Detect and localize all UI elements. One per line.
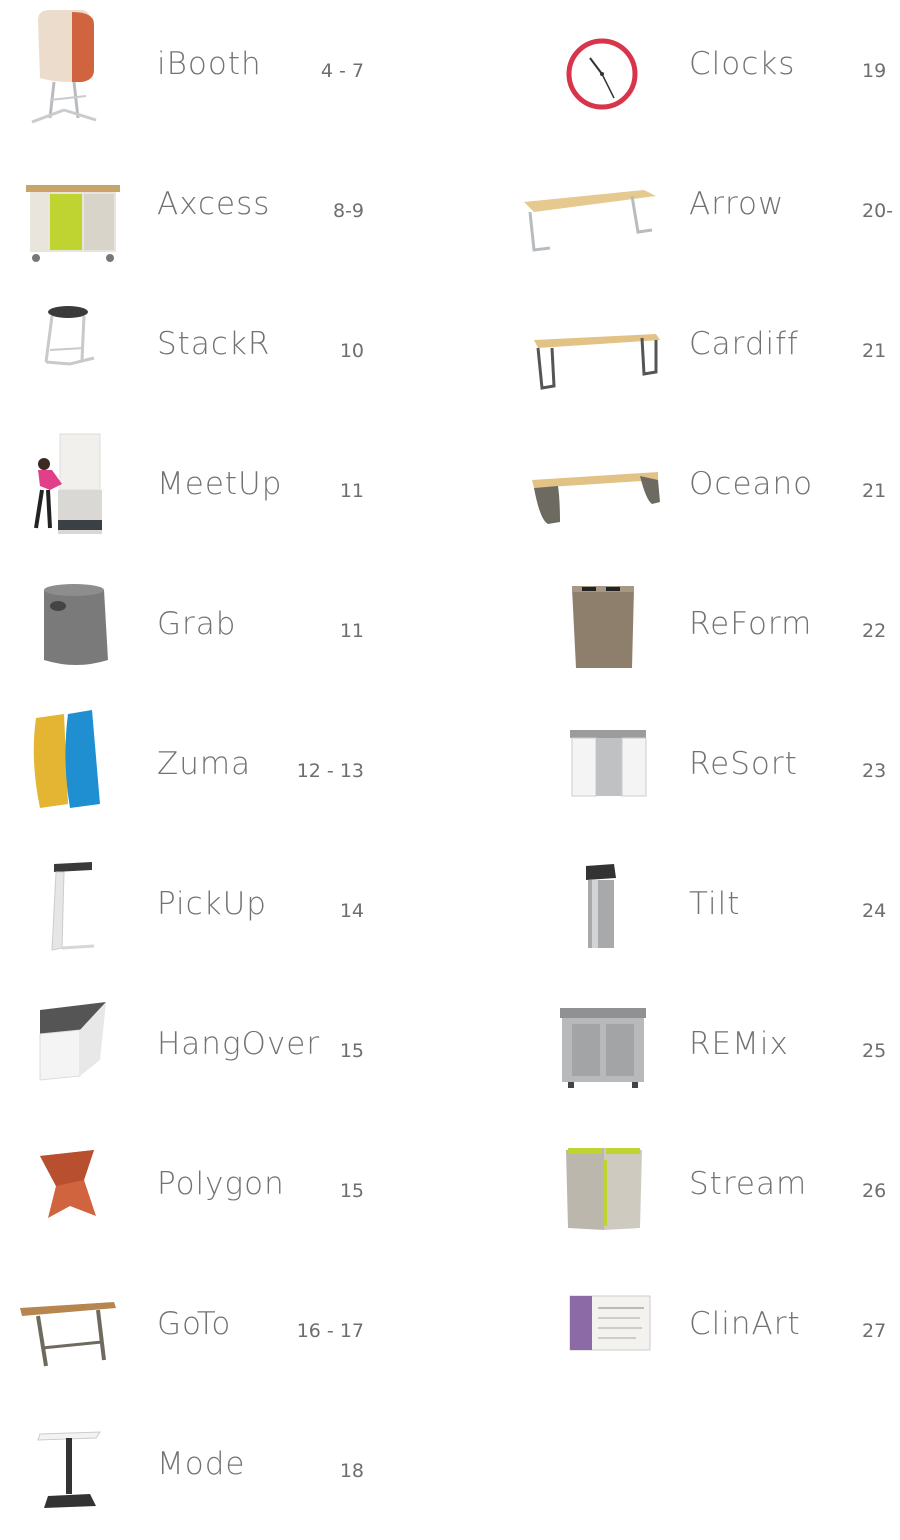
page-range: 26 (862, 1180, 887, 1202)
page-range: 23 (862, 760, 887, 782)
product-name: Mode (157, 1446, 246, 1482)
product-name: Stream (689, 1166, 808, 1202)
tilt-bin-product-icon (520, 840, 670, 980)
product-entry[interactable]: StackR 10 (0, 280, 450, 420)
page-range: 16 - 17 (296, 1320, 364, 1342)
product-entry[interactable]: Zuma 12 - 13 (0, 700, 450, 840)
iBooth-product-icon (10, 0, 130, 140)
product-name: Axcess (157, 186, 271, 222)
page-range: 10 (339, 340, 364, 362)
product-entry[interactable]: Grab 11 (0, 560, 450, 700)
remix-bin-product-icon (520, 980, 670, 1120)
product-entry[interactable]: ReForm 22 (512, 560, 900, 700)
cardiff-bench-product-icon (520, 280, 670, 420)
reform-bin-product-icon (520, 560, 670, 700)
page-range: 15 (339, 1180, 364, 1202)
product-name: PickUp (157, 886, 267, 922)
page-range: 4 - 7 (320, 60, 364, 82)
clinart-panel-product-icon (520, 1260, 670, 1400)
zuma-product-icon (10, 700, 130, 840)
page-range: 25 (862, 1040, 887, 1062)
product-entry[interactable]: iBooth 4 - 7 (0, 0, 450, 140)
product-name: REMix (689, 1026, 789, 1062)
clock-product-icon (520, 0, 670, 140)
meetup-product-icon (10, 420, 130, 560)
product-name: Clocks (689, 46, 796, 82)
product-name: StackR (157, 326, 271, 362)
product-name: Arrow (689, 186, 785, 222)
product-entry[interactable]: Stream 26 (512, 1120, 900, 1260)
product-entry[interactable]: MeetUp 11 (0, 420, 450, 560)
page-range: 14 (339, 900, 364, 922)
product-entry[interactable]: ReSort 23 (512, 700, 900, 840)
resort-bin-product-icon (520, 700, 670, 840)
product-name: ClinArt (689, 1306, 801, 1342)
page-range: 20- (862, 200, 894, 222)
goto-product-icon (10, 1260, 130, 1400)
product-name: Tilt (689, 886, 741, 922)
product-name: Grab (157, 606, 237, 642)
product-name: Oceano (689, 466, 814, 502)
product-name: HangOver (157, 1026, 321, 1062)
page-range: 11 (339, 620, 364, 642)
hangover-product-icon (10, 980, 130, 1120)
product-index-left-column: iBooth 4 - 7 Axcess 8-9 StackR 10 MeetUp… (0, 0, 450, 1540)
page-range: 18 (339, 1460, 364, 1482)
stream-bin-product-icon (520, 1120, 670, 1260)
stackr-product-icon (10, 280, 130, 420)
polygon-product-icon (10, 1120, 130, 1260)
product-name: ReSort (689, 746, 798, 782)
product-entry[interactable]: HangOver 15 (0, 980, 450, 1120)
page-range: 24 (862, 900, 887, 922)
product-index-right-column: Clocks 19 Arrow 20- Cardiff 21 Oceano 21… (512, 0, 900, 1400)
mode-product-icon (10, 1400, 130, 1540)
product-entry[interactable]: Arrow 20- (512, 140, 900, 280)
product-name: Cardiff (689, 326, 799, 362)
page-range: 21 (862, 340, 887, 362)
product-entry[interactable]: Oceano 21 (512, 420, 900, 560)
page-range: 11 (339, 480, 364, 502)
arrow-bench-product-icon (520, 140, 670, 280)
page-range: 27 (862, 1320, 887, 1342)
axcess-product-icon (10, 140, 130, 280)
product-entry[interactable]: Cardiff 21 (512, 280, 900, 420)
product-name: Zuma (157, 746, 252, 782)
page-range: 22 (862, 620, 887, 642)
oceano-bench-product-icon (520, 420, 670, 560)
product-name: iBooth (157, 46, 262, 82)
page-range: 21 (862, 480, 887, 502)
pickup-product-icon (10, 840, 130, 980)
product-name: MeetUp (157, 466, 283, 502)
grab-product-icon (10, 560, 130, 700)
page-range: 15 (339, 1040, 364, 1062)
product-entry[interactable]: Clocks 19 (512, 0, 900, 140)
product-entry[interactable]: ClinArt 27 (512, 1260, 900, 1400)
page-range: 8-9 (332, 200, 364, 222)
product-name: ReForm (689, 606, 813, 642)
product-name: GoTo (157, 1306, 232, 1342)
product-entry[interactable]: Tilt 24 (512, 840, 900, 980)
product-entry[interactable]: PickUp 14 (0, 840, 450, 980)
product-entry[interactable]: Axcess 8-9 (0, 140, 450, 280)
product-entry[interactable]: Polygon 15 (0, 1120, 450, 1260)
product-name: Polygon (157, 1166, 285, 1202)
page-range: 12 - 13 (296, 760, 364, 782)
page-range: 19 (862, 60, 887, 82)
product-entry[interactable]: Mode 18 (0, 1400, 450, 1540)
product-entry[interactable]: REMix 25 (512, 980, 900, 1120)
product-entry[interactable]: GoTo 16 - 17 (0, 1260, 450, 1400)
